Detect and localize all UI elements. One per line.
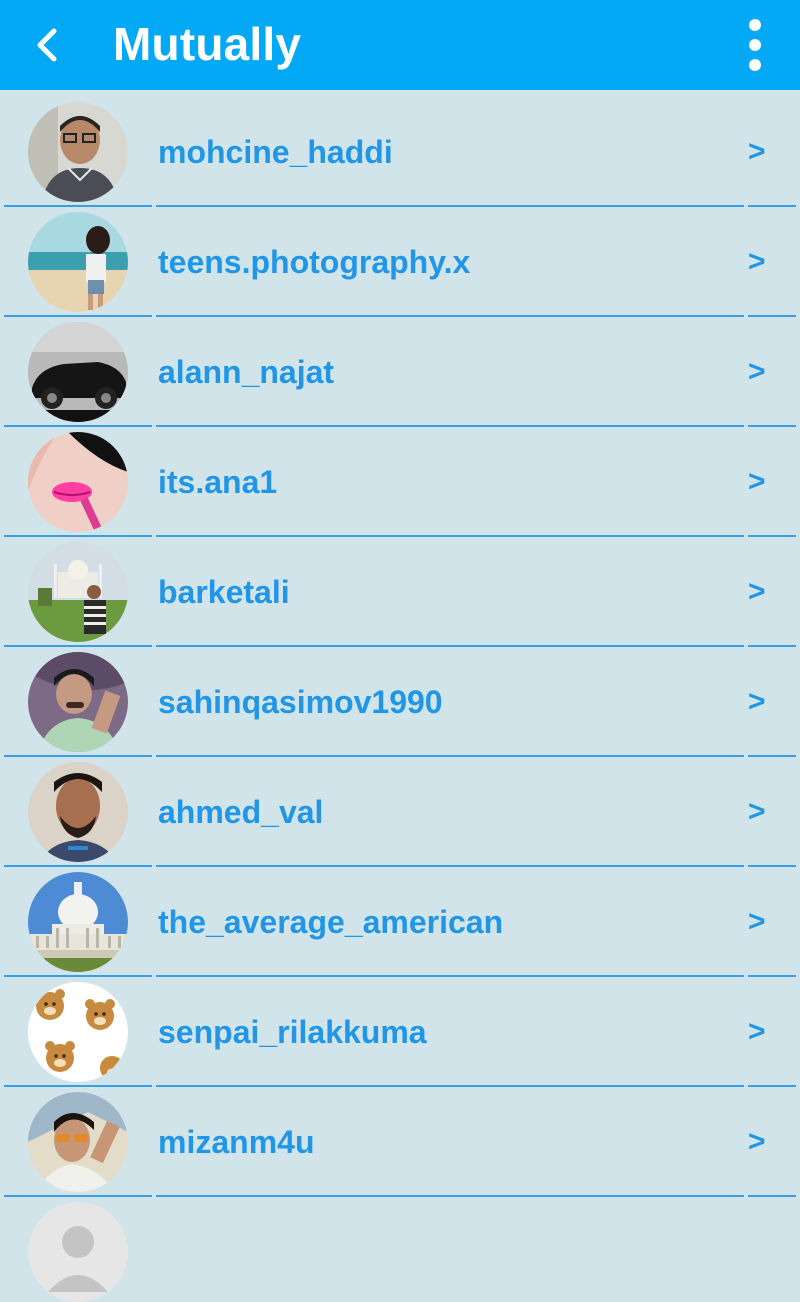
list-item[interactable]: teens.photography.x > [0,200,800,317]
avatar [28,102,128,202]
chevron-right-icon: > [748,795,766,828]
username: teens.photography.x [158,244,471,280]
avatar [28,762,128,862]
list-item[interactable]: the_average_american > [0,860,800,977]
chevron-right-icon: > [748,575,766,608]
chevron-right-icon: > [748,135,766,168]
avatar [28,432,128,532]
username: sahinqasimov1990 [158,684,443,720]
mutual-followers-list: mohcine_haddi > teens.photography.x > al… [0,90,800,1302]
avatar [28,872,128,972]
avatar [28,982,128,1082]
chevron-right-icon: > [748,685,766,718]
chevron-right-icon: > [748,1125,766,1158]
username: its.ana1 [158,464,278,500]
avatar [28,1202,128,1302]
username: the_average_american [158,904,504,940]
list-item[interactable]: ahmed_val > [0,750,800,867]
avatar [28,322,128,422]
avatar [28,212,128,312]
chevron-right-icon: > [748,1015,766,1048]
list-item[interactable]: alann_najat > [0,310,800,427]
username: senpai_rilakkuma [158,1014,427,1050]
avatar [28,652,128,752]
list-item[interactable]: sahinqasimov1990 > [0,640,800,757]
app-bar: Mutually [0,0,800,90]
username: mizanm4u [158,1124,315,1160]
page-title: Mutually [113,18,302,70]
list-item[interactable]: mohcine_haddi > [0,90,800,207]
more-vertical-icon [749,19,761,71]
avatar [28,542,128,642]
overflow-menu-button[interactable] [730,12,780,78]
username: barketali [158,574,290,610]
list-item[interactable] [0,1190,800,1302]
list-item[interactable]: senpai_rilakkuma > [0,970,800,1087]
list-item[interactable]: barketali > [0,530,800,647]
chevron-right-icon: > [748,355,766,388]
avatar [28,1092,128,1192]
username: alann_najat [158,354,335,390]
username: mohcine_haddi [158,134,393,170]
chevron-left-icon [37,28,57,62]
chevron-right-icon: > [748,905,766,938]
list-item[interactable]: mizanm4u > [0,1080,800,1197]
back-button[interactable] [22,18,72,72]
username: ahmed_val [158,794,324,830]
chevron-right-icon: > [748,245,766,278]
chevron-right-icon: > [748,465,766,498]
list-item[interactable]: its.ana1 > [0,420,800,537]
